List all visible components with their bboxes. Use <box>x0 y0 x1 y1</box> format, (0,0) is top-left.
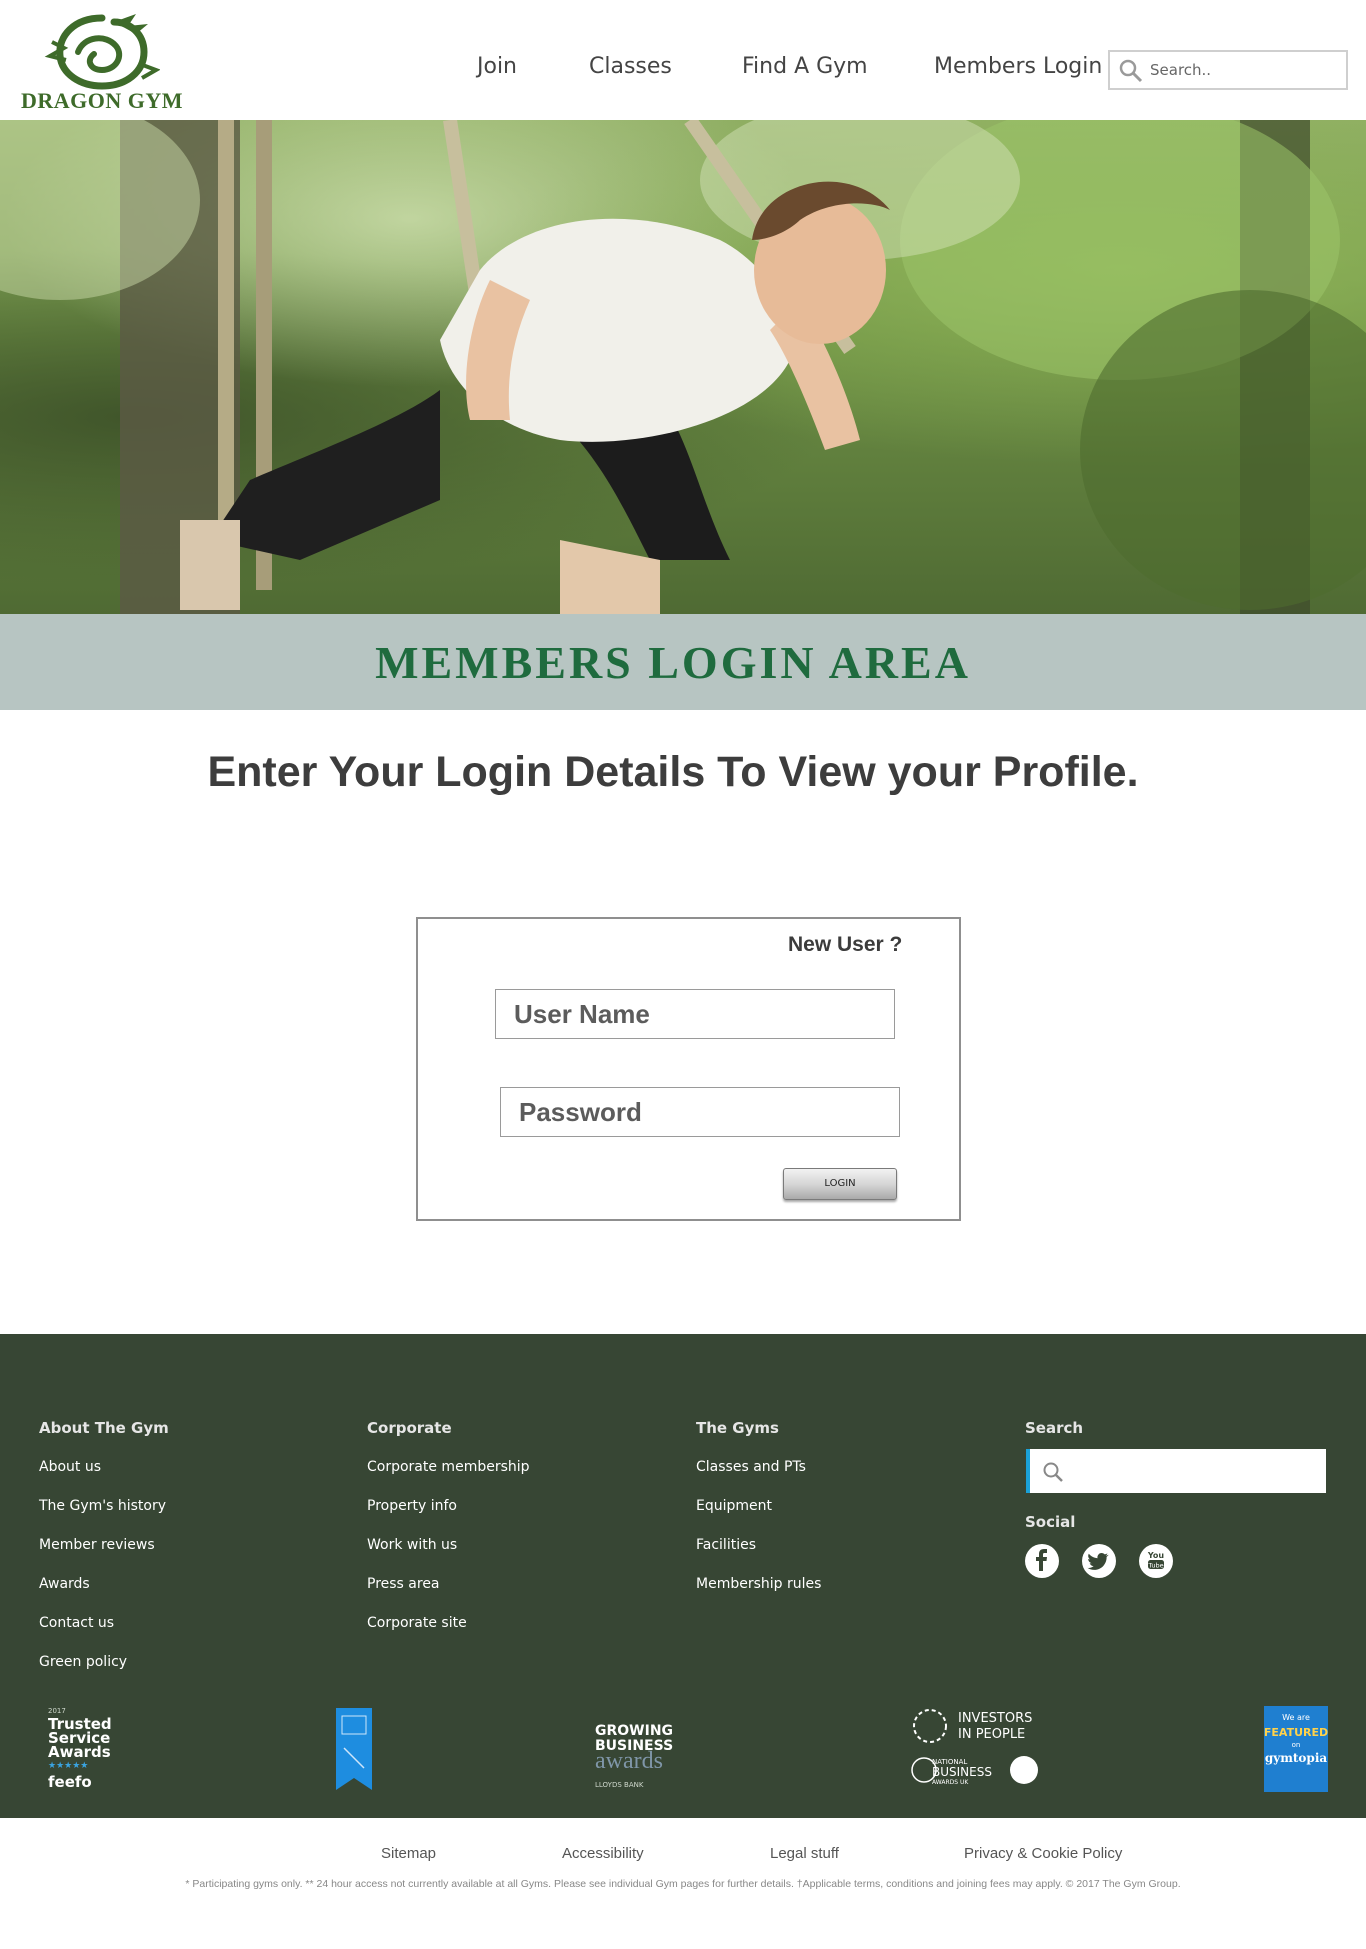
footer-link-about-us[interactable]: About us <box>39 1459 101 1475</box>
nav-members-login[interactable]: Members Login <box>934 54 1102 79</box>
bottom-link-accessibility[interactable]: Accessibility <box>562 1845 644 1862</box>
footer-link-corporate-site[interactable]: Corporate site <box>367 1615 467 1631</box>
youtube-icon[interactable]: You Tube <box>1139 1544 1173 1578</box>
footer-link-classes-pts[interactable]: Classes and PTs <box>696 1459 806 1475</box>
feefo-badge-graphic: 2017 Trusted Service Awards ★★★★★ feefo <box>48 1707 112 1791</box>
site-header: DRAGON GYM Join Classes Find A Gym Membe… <box>0 0 1366 120</box>
svg-text:gymtopia: gymtopia <box>1265 1751 1328 1765</box>
fine-print: * Participating gyms only. ** 24 hour ac… <box>185 1878 1181 1890</box>
svg-text:Tube: Tube <box>1147 1562 1163 1570</box>
twitter-icon[interactable] <box>1082 1544 1116 1578</box>
footer-heading-corporate: Corporate <box>367 1419 452 1437</box>
svg-text:Awards: Awards <box>48 1743 111 1761</box>
svg-text:BUSINESS: BUSINESS <box>932 1765 992 1779</box>
logo[interactable]: DRAGON GYM <box>16 12 188 113</box>
login-form: New User ? LOGIN <box>416 917 961 1221</box>
svg-text:You: You <box>1147 1551 1165 1560</box>
svg-text:INVESTORS: INVESTORS <box>958 1711 1032 1726</box>
svg-text:★★★★★: ★★★★★ <box>48 1761 88 1771</box>
footer-search-input[interactable] <box>1026 1449 1326 1493</box>
footer-link-gym-history[interactable]: The Gym's history <box>39 1498 166 1514</box>
brand-name: DRAGON GYM <box>20 88 184 113</box>
username-input[interactable] <box>496 990 894 1038</box>
hero-photo-athlete <box>0 120 1366 615</box>
svg-text:GROWING: GROWING <box>595 1723 673 1739</box>
growing-business-awards-logo: GROWING BUSINESS awards LLOYDS BANK <box>594 1712 690 1792</box>
bottom-link-sitemap[interactable]: Sitemap <box>381 1845 436 1862</box>
header-search[interactable] <box>1108 50 1348 90</box>
footer-link-green-policy[interactable]: Green policy <box>39 1654 127 1670</box>
footer-link-awards[interactable]: Awards <box>39 1576 90 1592</box>
svg-text:LLOYDS BANK: LLOYDS BANK <box>595 1781 644 1789</box>
facebook-icon[interactable] <box>1025 1544 1059 1578</box>
feefo-award-badge: 2017 Trusted Service Awards ★★★★★ feefo <box>46 1704 116 1794</box>
footer-link-property-info[interactable]: Property info <box>367 1498 457 1514</box>
hero-image <box>0 120 1366 615</box>
nav-join[interactable]: Join <box>477 54 517 79</box>
password-field[interactable] <box>500 1087 900 1137</box>
footer-link-membership-rules[interactable]: Membership rules <box>696 1576 821 1592</box>
investors-in-people-logo: INVESTORS IN PEOPLE NATIONAL BUSINESS AW… <box>908 1708 1044 1792</box>
search-icon <box>1119 59 1143 83</box>
members-login-band: MEMBERS LOGIN AREA <box>0 614 1366 710</box>
bottom-link-privacy[interactable]: Privacy & Cookie Policy <box>964 1845 1122 1862</box>
dragon-logo-icon <box>44 14 160 90</box>
search-icon <box>1043 1462 1063 1482</box>
nav-classes[interactable]: Classes <box>589 54 672 79</box>
new-user-link[interactable]: New User ? <box>788 933 902 957</box>
business-awards-ribbon <box>336 1708 372 1790</box>
svg-text:IN PEOPLE: IN PEOPLE <box>958 1727 1025 1742</box>
nav-find-a-gym[interactable]: Find A Gym <box>742 54 868 79</box>
svg-text:FEATURED: FEATURED <box>1264 1726 1328 1739</box>
footer-link-press-area[interactable]: Press area <box>367 1576 440 1592</box>
footer-link-equipment[interactable]: Equipment <box>696 1498 772 1514</box>
username-field[interactable] <box>495 989 895 1039</box>
svg-text:2017: 2017 <box>48 1707 66 1715</box>
footer-link-member-reviews[interactable]: Member reviews <box>39 1537 155 1553</box>
footer-link-contact-us[interactable]: Contact us <box>39 1615 114 1631</box>
footer-heading-gyms: The Gyms <box>696 1419 779 1437</box>
login-button[interactable]: LOGIN <box>783 1168 897 1200</box>
password-input[interactable] <box>501 1088 899 1136</box>
svg-text:on: on <box>1292 1741 1301 1749</box>
band-title: MEMBERS LOGIN AREA <box>375 637 971 688</box>
footer-heading-search: Search <box>1025 1419 1084 1437</box>
svg-text:AWARDS UK: AWARDS UK <box>932 1779 969 1786</box>
footer-heading-about: About The Gym <box>39 1419 169 1437</box>
search-input[interactable] <box>1150 58 1340 82</box>
page-subtitle: Enter Your Login Details To View your Pr… <box>207 748 1139 796</box>
svg-text:feefo: feefo <box>48 1773 92 1791</box>
footer-link-corporate-membership[interactable]: Corporate membership <box>367 1459 530 1475</box>
svg-text:awards: awards <box>595 1748 663 1774</box>
footer-link-work-with-us[interactable]: Work with us <box>367 1537 457 1553</box>
footer-link-facilities[interactable]: Facilities <box>696 1537 756 1553</box>
bottom-link-legal[interactable]: Legal stuff <box>770 1845 839 1862</box>
gymtopia-featured-badge: We are FEATURED on gymtopia <box>1264 1706 1328 1792</box>
footer-heading-social: Social <box>1025 1513 1076 1531</box>
page: DRAGON GYM Join Classes Find A Gym Membe… <box>0 0 1366 1949</box>
svg-text:We are: We are <box>1282 1713 1310 1722</box>
